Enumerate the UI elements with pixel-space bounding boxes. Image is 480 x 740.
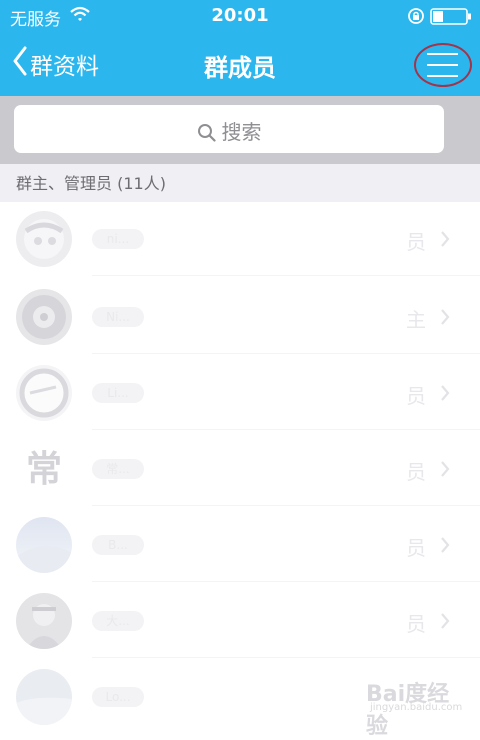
member-row[interactable]: B... 员 [0,508,480,582]
member-role: 员 [406,612,426,636]
member-row[interactable]: Li... 员 [0,356,480,430]
member-name: 常... [92,459,144,479]
member-role: 主 [406,308,426,332]
member-name: Li... [92,383,144,403]
avatar [16,211,72,267]
svg-text:常: 常 [26,448,62,490]
chevron-right-icon [440,460,450,482]
navigation-bar: 群资料 群成员 [0,32,480,96]
status-bar: 无服务 20:01 [0,0,480,32]
member-role: 员 [406,536,426,560]
battery-icon [430,8,472,29]
avatar [16,669,72,725]
search-icon [197,124,216,142]
member-row[interactable]: Ni... 主 [0,280,480,354]
menu-button[interactable] [414,43,472,87]
section-title: 群主、管理员 (11人) [16,174,166,193]
chevron-right-icon [440,384,450,406]
member-name: B... [92,535,144,555]
member-role: 员 [406,460,426,484]
member-name: Lo... [92,687,144,707]
member-role: 员 [406,230,426,254]
member-list: ni... 员 Ni... 主 Li... 员 常 常... 员 B... 员 … [0,202,480,725]
row-divider [92,657,480,658]
avatar [16,517,72,573]
member-name: ni... [92,229,144,249]
row-divider [92,353,480,354]
row-divider [92,429,480,430]
member-row[interactable]: 大... 员 [0,584,480,658]
avatar: 常 [16,441,72,497]
avatar [16,593,72,649]
avatar [16,289,72,345]
search-input[interactable]: 搜索 [14,105,444,153]
chevron-right-icon [440,308,450,330]
member-role: 员 [406,384,426,408]
member-name: Ni... [92,307,144,327]
chevron-right-icon [440,536,450,558]
watermark-url: jingyan.baidu.com [370,702,463,713]
search-placeholder: 搜索 [221,120,262,144]
page-title: 群成员 [204,54,276,82]
row-divider [92,581,480,582]
chevron-right-icon [440,612,450,634]
section-header: 群主、管理员 (11人) [0,164,480,202]
watermark: Bai度经验 jingyan.baidu.com [366,676,470,739]
member-row[interactable]: 常 常... 员 [0,432,480,506]
row-divider [92,275,480,276]
chevron-right-icon [440,230,450,252]
row-divider [92,505,480,506]
member-row[interactable]: ni... 员 [0,202,480,276]
rotation-lock-icon [407,7,425,29]
avatar [16,365,72,421]
member-name: 大... [92,611,144,631]
search-bar: 搜索 [0,96,480,164]
